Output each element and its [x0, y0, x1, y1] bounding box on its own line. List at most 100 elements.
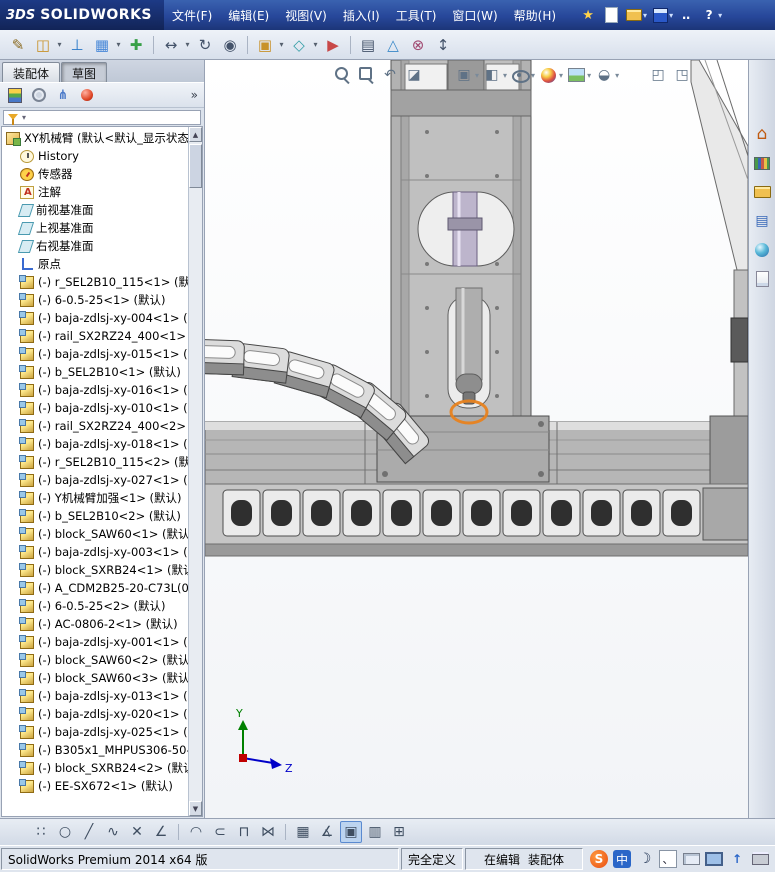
edit-component-icon[interactable]: ✎	[6, 33, 30, 57]
separator[interactable]	[174, 821, 183, 843]
viewport-pane-icon[interactable]: ▥	[364, 821, 386, 843]
rotate-component-icon[interactable]: ↻	[193, 33, 217, 57]
tree-item[interactable]: (-) 6-0.5-25<1> (默认)	[2, 291, 188, 309]
tree-item[interactable]: (-) baja-zdlsj-xy-016<1> (默认)	[2, 381, 188, 399]
tree-item[interactable]: (-) baja-zdlsj-xy-025<1> (默认)	[2, 723, 188, 741]
assembly-features-icon[interactable]: ▣	[253, 33, 277, 57]
dropdown-arrow-icon[interactable]: ▾	[718, 11, 722, 20]
exploded-view-icon[interactable]: △	[381, 33, 405, 57]
design-library-icon[interactable]	[752, 153, 772, 173]
dropdown-arrow-icon[interactable]: ▾	[615, 71, 619, 80]
ime-keyboard-icon[interactable]	[682, 850, 700, 868]
scroll-up-icon[interactable]: ▲	[189, 127, 202, 142]
arc-icon[interactable]: ◠	[185, 821, 207, 843]
custom-properties-icon[interactable]	[752, 269, 772, 289]
table-icon[interactable]: ⊞	[388, 821, 410, 843]
hide-show-items-icon[interactable]	[509, 64, 531, 86]
smart-fasteners-icon[interactable]: ✚	[124, 33, 148, 57]
featuremanager-tree-icon[interactable]	[6, 86, 24, 104]
pane-split-left-icon[interactable]: ◰	[647, 64, 669, 86]
tree-item[interactable]: (-) block_SAW60<3> (默认)	[2, 669, 188, 687]
separator[interactable]	[346, 33, 355, 57]
reference-geometry-icon[interactable]: ◇	[287, 33, 311, 57]
displaymanager-icon[interactable]	[78, 86, 96, 104]
graphics-viewport[interactable]: Y Z ↶ ◪ ▣ ▾ ◧ ▾ ▾ ▾ ▾ ◒ ▾ ◰ ◳	[205, 60, 748, 818]
trim-entities-icon[interactable]: ✕	[126, 821, 148, 843]
dropdown-arrow-icon[interactable]: ▾	[531, 71, 535, 80]
tree-item[interactable]: (-) b_SEL2B10<2> (默认)	[2, 507, 188, 525]
tree-item[interactable]: 前视基准面	[2, 201, 188, 219]
move-component-icon[interactable]: ↔	[159, 33, 183, 57]
file-explorer-icon[interactable]	[752, 182, 772, 202]
line-icon[interactable]: ╱	[78, 821, 100, 843]
apply-scene-icon[interactable]	[565, 64, 587, 86]
solidworks-resources-icon[interactable]: ⌂	[752, 124, 772, 144]
tree-item[interactable]: (-) 6-0.5-25<2> (默认)	[2, 597, 188, 615]
tree-item[interactable]: (-) AC-0806-2<1> (默认)	[2, 615, 188, 633]
printer-status-icon[interactable]	[751, 850, 769, 868]
offset-entities-icon[interactable]: ⊓	[233, 821, 255, 843]
hud-gap[interactable]	[621, 64, 645, 86]
new-document-icon[interactable]	[601, 5, 621, 25]
previous-view-icon[interactable]: ↶	[379, 64, 401, 86]
tree-item[interactable]: (-) block_SAW60<2> (默认)	[2, 651, 188, 669]
tree-item[interactable]: (-) baja-zdlsj-xy-018<1> (默认)	[2, 435, 188, 453]
tree-item[interactable]: 传感器	[2, 165, 188, 183]
angle-snap-icon[interactable]: ∡	[316, 821, 338, 843]
display-style-icon[interactable]: ◧	[481, 64, 503, 86]
configurationmanager-icon[interactable]: ⋔	[54, 86, 72, 104]
new-motion-study-icon[interactable]: ▶	[321, 33, 345, 57]
convert-entities-icon[interactable]: ⊂	[209, 821, 231, 843]
view-palette-icon[interactable]: ▤	[752, 211, 772, 231]
normal-to-icon[interactable]: ▣	[340, 821, 362, 843]
instant3d-icon[interactable]: ↕	[431, 33, 455, 57]
dropdown-arrow-icon[interactable]: ▾	[183, 40, 192, 49]
tree-item[interactable]: 注解	[2, 183, 188, 201]
tree-filter-input[interactable]: ▾	[3, 109, 201, 125]
interference-detection-icon[interactable]: ⊗	[406, 33, 430, 57]
show-hidden-components-icon[interactable]: ◉	[218, 33, 242, 57]
mate-icon[interactable]: ⊥	[65, 33, 89, 57]
tree-item[interactable]: 上视基准面	[2, 219, 188, 237]
dropdown-arrow-icon[interactable]: ▾	[277, 40, 286, 49]
panel-collapse-chevron[interactable]: »	[191, 88, 198, 102]
ime-fullmoon-icon[interactable]: ☽	[636, 850, 654, 868]
ime-chinese-icon[interactable]: 中	[613, 850, 631, 868]
filter-dropdown-icon[interactable]: ▾	[22, 113, 26, 122]
hud-gap[interactable]	[427, 64, 451, 86]
tree-item[interactable]: (-) r_SEL2B10_115<2> (默认)	[2, 453, 188, 471]
tree-item[interactable]: (-) rail_SX2RZ24_400<2> (默认)	[2, 417, 188, 435]
zoom-area-icon[interactable]	[355, 64, 377, 86]
tab-sketch[interactable]: 草图	[61, 62, 108, 82]
sketch-entities-icon[interactable]: ∷	[30, 821, 52, 843]
bill-of-materials-icon[interactable]: ▤	[356, 33, 380, 57]
dropdown-arrow-icon[interactable]: ▾	[643, 11, 647, 20]
tree-item[interactable]: (-) baja-zdlsj-xy-001<1> (默认)	[2, 633, 188, 651]
dropdown-arrow-icon[interactable]: ▾	[587, 71, 591, 80]
separator[interactable]	[149, 33, 158, 57]
tree-item[interactable]: (-) EE-SX672<1> (默认)	[2, 777, 188, 795]
viewport-3d-canvas[interactable]: Y Z	[205, 60, 748, 818]
solidworks-rx-icon[interactable]: S	[590, 850, 608, 868]
tree-item[interactable]: 右视基准面	[2, 237, 188, 255]
menu-help[interactable]: 帮助(H)	[506, 0, 564, 30]
tree-item[interactable]: (-) baja-zdlsj-xy-004<1> (默认)	[2, 309, 188, 327]
ime-punctuation-icon[interactable]: 、	[659, 850, 677, 868]
tree-item[interactable]: 原点	[2, 255, 188, 273]
circle-icon[interactable]: ○	[54, 821, 76, 843]
tree-item[interactable]: (-) B305x1_MHPUS306-50-20<1>	[2, 741, 188, 759]
dropdown-arrow-icon[interactable]: ▾	[559, 71, 563, 80]
dropdown-arrow-icon[interactable]: ▾	[311, 40, 320, 49]
upload-status-icon[interactable]: ↑	[728, 850, 746, 868]
tree-item[interactable]: (-) block_SXRB24<2> (默认)	[2, 759, 188, 777]
tree-item[interactable]: (-) block_SXRB24<1> (默认)	[2, 561, 188, 579]
open-folder-icon[interactable]	[624, 5, 644, 25]
scrollbar-track[interactable]	[189, 188, 202, 801]
save-icon[interactable]	[650, 5, 670, 25]
menu-edit[interactable]: 编辑(E)	[220, 0, 277, 30]
menu-view[interactable]: 视图(V)	[277, 0, 335, 30]
section-view-icon[interactable]: ◪	[403, 64, 425, 86]
dropdown-arrow-icon[interactable]: ▾	[114, 40, 123, 49]
tree-item[interactable]: (-) baja-zdlsj-xy-013<1> (默认)	[2, 687, 188, 705]
view-orientation-icon[interactable]: ▣	[453, 64, 475, 86]
